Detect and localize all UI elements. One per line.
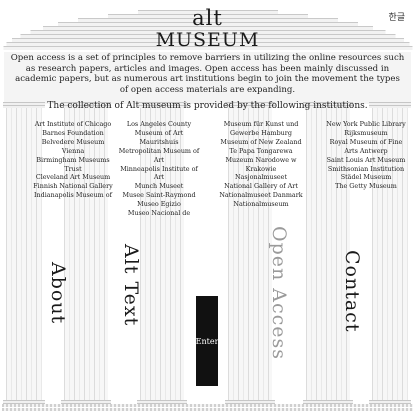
institution-column-4: New York Public Library Rijksmuseum Roya… bbox=[323, 120, 409, 191]
institution-item: Metropolitan Museum of Art bbox=[118, 146, 200, 164]
institution-item: Royal Museum of Fine Arts Antwerp bbox=[329, 137, 403, 155]
nav-alt-text-link[interactable]: Alt Text bbox=[120, 244, 142, 326]
site-logo[interactable]: alt MUSEUM bbox=[0, 7, 415, 51]
institution-item: Birmingham Museums Trust bbox=[36, 155, 110, 173]
institution-item: Nationalmuseet Danmark bbox=[219, 191, 303, 200]
institution-item: Smithsonian Institution bbox=[327, 164, 405, 173]
institution-item: Minneapolis Institute of Art bbox=[120, 164, 198, 182]
institution-item: Belvedere Museum Vienna bbox=[41, 137, 105, 155]
stylobate-step bbox=[2, 404, 413, 407]
institution-item: National Gallery of Art bbox=[224, 182, 298, 191]
nav-open-access-link[interactable]: Open Access bbox=[268, 226, 290, 360]
institution-column-1: Art Institute of Chicago Barnes Foundati… bbox=[30, 120, 116, 200]
institution-item: Musee Saint-Raymond bbox=[122, 191, 196, 200]
institution-item: Saint Louis Art Museum bbox=[326, 155, 406, 164]
stylobate-step bbox=[2, 408, 413, 411]
logo-word-museum: MUSEUM bbox=[155, 29, 260, 51]
institution-item: Finnish National Gallery bbox=[33, 182, 113, 191]
institution-item: Munch Museet bbox=[134, 182, 184, 191]
enter-button[interactable]: Enter bbox=[196, 296, 218, 386]
institution-item: Muzeum Narodowe w Krakowie bbox=[225, 155, 297, 173]
institution-item: Museo Egizio bbox=[137, 200, 181, 209]
intro-text: Open access is a set of principles to re… bbox=[10, 53, 405, 95]
institution-column-3: Museum für Kunst und Gewerbe Hamburg Mus… bbox=[218, 120, 304, 209]
institution-item: Nationalmuseum bbox=[233, 200, 289, 209]
institution-item: Museo Nacional de bbox=[127, 209, 191, 218]
institution-item: Rijksmuseum bbox=[344, 128, 388, 137]
institution-item: Museum für Kunst und Gewerbe Hamburg bbox=[223, 120, 299, 137]
institution-item: Indianapolis Museum of bbox=[34, 191, 112, 200]
institution-item: New York Public Library bbox=[326, 120, 406, 128]
museum-facade: 한글 alt MUSEUM Open access is a set of pr… bbox=[0, 0, 415, 415]
institution-item: Art Institute of Chicago bbox=[34, 120, 112, 128]
nav-contact-link[interactable]: Contact bbox=[341, 250, 363, 332]
provided-by-text: The collection of Alt museum is provided… bbox=[47, 101, 368, 111]
institution-item: Städel Museum bbox=[340, 173, 392, 182]
institution-item: Mauritshuis bbox=[139, 137, 179, 146]
logo-word-alt: alt bbox=[192, 6, 223, 30]
institution-item: Barnes Foundation bbox=[42, 128, 104, 137]
institution-item: Nasjonalmuseet bbox=[234, 173, 288, 182]
institution-item: Museum of New Zealand Te Papa Tongarewa bbox=[220, 137, 302, 155]
institution-item: Los Angeles County Museum of Art bbox=[126, 120, 192, 137]
nav-about-link[interactable]: About bbox=[47, 262, 69, 324]
institution-column-2: Los Angeles County Museum of Art Maurits… bbox=[116, 120, 202, 218]
institution-item: The Getty Museum bbox=[335, 182, 397, 191]
institution-item: Cleveland Art Museum bbox=[35, 173, 111, 182]
